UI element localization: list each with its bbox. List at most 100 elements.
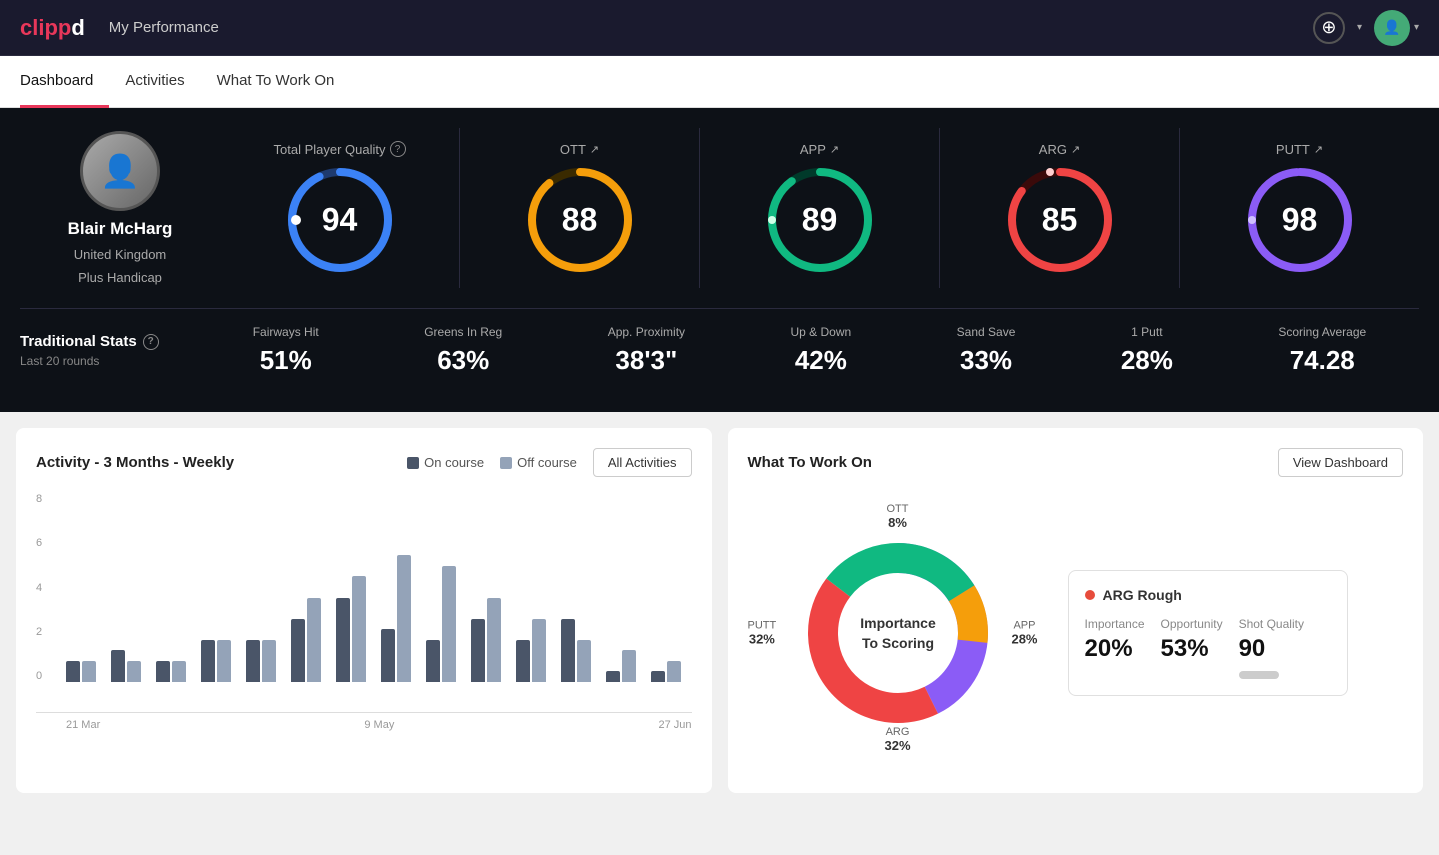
stat-name: Up & Down [791, 325, 852, 339]
bar-group [471, 598, 512, 682]
total-quality-card: Total Player Quality ? 94 [220, 128, 459, 288]
y-label: 0 [36, 670, 42, 682]
info-stat-label: Importance [1085, 617, 1145, 631]
total-quality-help-icon[interactable]: ? [390, 141, 406, 157]
putt-segment-label: PUTT 32% [748, 620, 777, 647]
stat-name: Greens In Reg [424, 325, 502, 339]
bar-on-course [336, 598, 350, 682]
stat-name: Sand Save [957, 325, 1016, 339]
info-stat-val: 53% [1161, 635, 1223, 663]
tab-what-to-work-on[interactable]: What To Work On [201, 56, 351, 108]
trad-label: Traditional Stats ? Last 20 rounds [20, 333, 180, 368]
dark-section: 👤 Blair McHarg United Kingdom Plus Handi… [0, 108, 1439, 412]
bar-group [111, 650, 152, 682]
svg-text:To Scoring: To Scoring [861, 635, 933, 651]
bar-on-course [516, 640, 530, 682]
stat-name: Scoring Average [1278, 325, 1366, 339]
trad-help-icon[interactable]: ? [143, 334, 159, 350]
arg-score: 85 [1005, 165, 1115, 275]
stat-item: Up & Down42% [791, 325, 852, 376]
bar-off-course [127, 661, 141, 682]
info-stat-val: 90 [1239, 635, 1304, 663]
player-handicap: Plus Handicap [78, 270, 162, 285]
header-actions: ⊕ ▾ 👤 ▾ [1313, 10, 1419, 46]
arg-trend-icon: ↗ [1071, 143, 1080, 156]
plus-icon: ⊕ [1321, 17, 1336, 38]
app-score: 89 [765, 165, 875, 275]
tab-activities[interactable]: Activities [109, 56, 200, 108]
arg-num: 85 [1042, 201, 1078, 238]
player-avatar: 👤 [80, 131, 160, 211]
bar-group [516, 619, 557, 682]
wtwo-panel-title: What To Work On [748, 454, 872, 471]
x-labels: 21 Mar9 May27 Jun [36, 719, 692, 731]
info-stat: Shot Quality 90 [1239, 617, 1304, 679]
x-label: 27 Jun [658, 719, 691, 731]
tab-dashboard[interactable]: Dashboard [20, 56, 109, 108]
legend-dot [500, 457, 512, 469]
avatar-button[interactable]: 👤 ▾ [1374, 10, 1419, 46]
bar-group [381, 555, 422, 682]
total-quality-label: Total Player Quality ? [274, 141, 406, 157]
nav-tabs: Dashboard Activities What To Work On [0, 56, 1439, 108]
stat-item: Sand Save33% [957, 325, 1016, 376]
stat-name: Fairways Hit [253, 325, 319, 339]
stat-val: 38'3" [608, 345, 685, 376]
bar-on-course [111, 650, 125, 682]
y-label: 4 [36, 582, 42, 594]
bar-off-course [82, 661, 96, 682]
bar-off-course [307, 598, 321, 682]
player-row: 👤 Blair McHarg United Kingdom Plus Handi… [20, 128, 1419, 288]
info-stat-label: Opportunity [1161, 617, 1223, 631]
bottom-panels: Activity - 3 Months - Weekly On course Of… [0, 412, 1439, 809]
bar-on-course [201, 640, 215, 682]
putt-trend-icon: ↗ [1314, 143, 1323, 156]
wtwo-content: Importance To Scoring OTT 8% APP 28% ARG… [748, 493, 1404, 773]
putt-label: PUTT ↗ [1276, 142, 1323, 157]
bar-on-course [66, 661, 80, 682]
y-labels: 02468 [36, 493, 42, 682]
activity-panel: Activity - 3 Months - Weekly On course Of… [16, 428, 712, 793]
bar-off-course [397, 555, 411, 682]
putt-card: PUTT ↗ 98 [1179, 128, 1419, 288]
stat-val: 63% [424, 345, 502, 376]
y-label: 8 [36, 493, 42, 505]
legend-item: On course [407, 455, 484, 470]
bar-on-course [651, 671, 665, 682]
arg-card: ARG ↗ 85 [939, 128, 1179, 288]
bar-group [561, 619, 602, 682]
info-card-title: ARG Rough [1085, 587, 1331, 603]
bar-on-course [471, 619, 485, 682]
bar-group [156, 661, 197, 682]
all-activities-button[interactable]: All Activities [593, 448, 692, 477]
bar-chart: 02468 [36, 493, 692, 713]
view-dashboard-button[interactable]: View Dashboard [1278, 448, 1403, 477]
bar-off-course [667, 661, 681, 682]
bar-group [426, 566, 467, 682]
bar-off-course [532, 619, 546, 682]
bar-group [651, 661, 692, 682]
ott-card: OTT ↗ 88 [459, 128, 699, 288]
wtwo-panel-header: What To Work On View Dashboard [748, 448, 1404, 477]
info-stat: Importance20% [1085, 617, 1145, 679]
bar-off-course [487, 598, 501, 682]
info-stat-label: Shot Quality [1239, 617, 1304, 631]
bar-off-course [442, 566, 456, 682]
stat-item: App. Proximity38'3" [608, 325, 685, 376]
donut-chart-container: Importance To Scoring OTT 8% APP 28% ARG… [748, 493, 1048, 773]
info-stat: Opportunity 53% [1161, 617, 1223, 679]
stat-item: 1 Putt28% [1121, 325, 1173, 376]
avatar: 👤 [1374, 10, 1410, 46]
bar-group [606, 650, 647, 682]
putt-score: 98 [1245, 165, 1355, 275]
traditional-stats: Traditional Stats ? Last 20 rounds Fairw… [20, 308, 1419, 392]
app-segment-label: APP 28% [1011, 620, 1037, 647]
player-info: 👤 Blair McHarg United Kingdom Plus Handi… [20, 131, 220, 285]
add-chevron: ▾ [1357, 22, 1362, 33]
info-card: ARG Rough Importance20% Opportunity 53% Sho… [1068, 570, 1348, 696]
add-button[interactable]: ⊕ [1313, 12, 1345, 44]
bar-group [246, 640, 287, 682]
activity-panel-title: Activity - 3 Months - Weekly [36, 454, 234, 471]
app-trend-icon: ↗ [830, 143, 839, 156]
legend-item: Off course [500, 455, 577, 470]
